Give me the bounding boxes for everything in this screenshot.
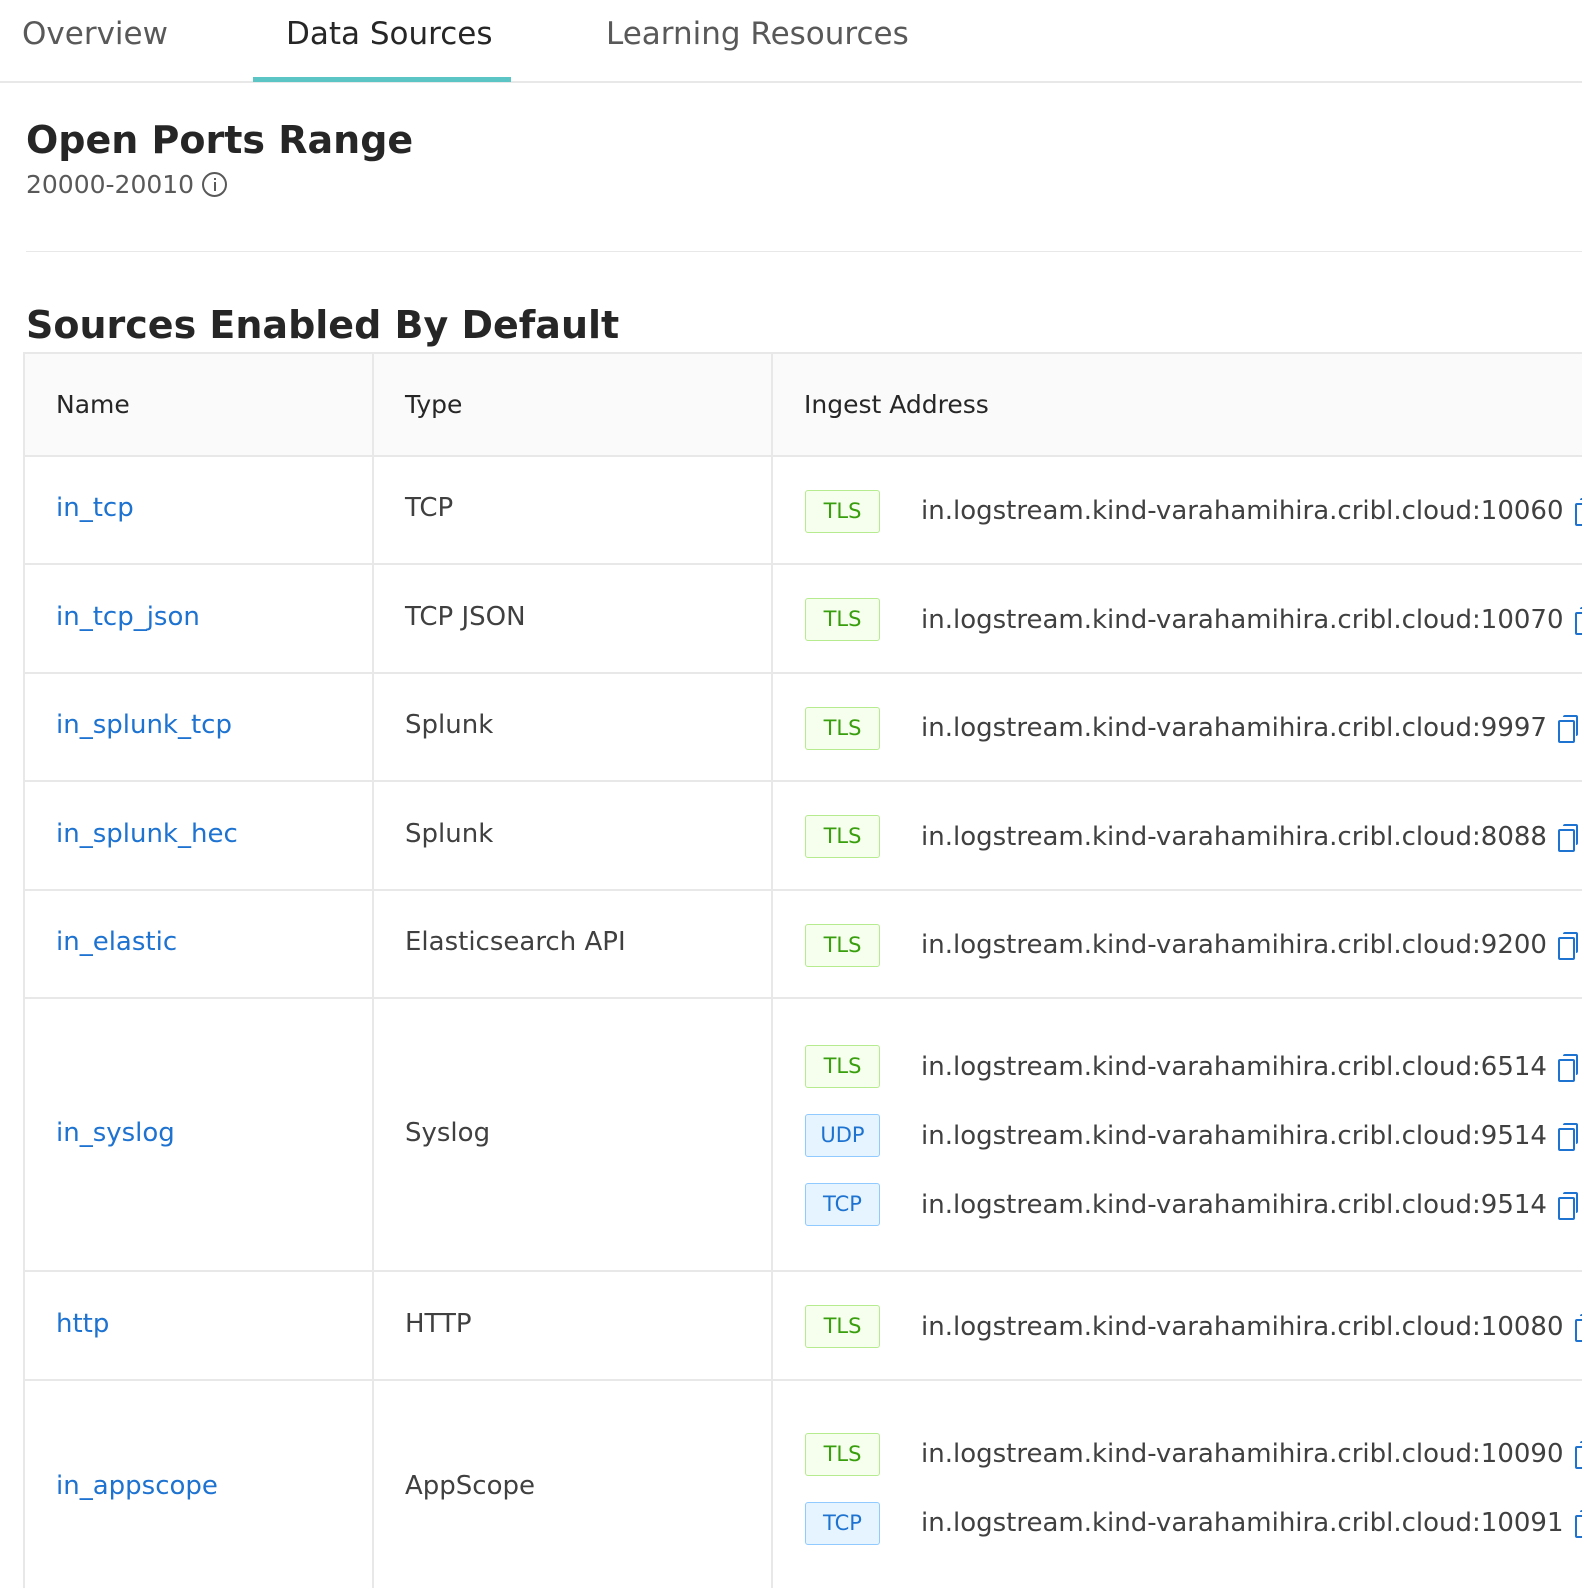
source-type: Syslog — [405, 1117, 491, 1148]
sources-title: Sources Enabled By Default — [26, 303, 620, 347]
ingest-address-text: in.logstream.kind-varahamihira.cribl.clo… — [921, 1120, 1547, 1151]
table-row: http HTTP TLS in.logstream.kind-varahamihir… — [25, 1272, 1582, 1381]
ingest-address-text: in.logstream.kind-varahamihira.cribl.clo… — [921, 1051, 1547, 1082]
table-row: in_syslog Syslog TLS in.logstream.kind-vara… — [25, 999, 1582, 1272]
ingest-address-text: in.logstream.kind-varahamihira.cribl.clo… — [921, 1439, 1564, 1469]
source-name-link[interactable]: in_splunk_tcp — [56, 710, 232, 740]
source-type: Splunk — [405, 710, 494, 740]
source-type: TCP — [405, 493, 454, 523]
table-row: in_appscope AppScope TLS in.logstream.kind-… — [25, 1381, 1582, 1588]
ingest-address-text: in.logstream.kind-varahamihira.cribl.clo… — [921, 496, 1564, 526]
ingest-address-entry: TLS in.logstream.kind-varahamihira.cribl.… — [805, 1432, 1582, 1476]
column-header-name: Name — [56, 390, 130, 419]
copy-icon[interactable] — [1574, 1313, 1582, 1342]
tab-data-sources[interactable]: Data Sources — [286, 16, 493, 83]
active-tab-indicator — [253, 77, 511, 82]
table-row: in_splunk_tcp Splunk TLS in.logstream.kind-… — [25, 674, 1582, 782]
source-name-link[interactable]: in_appscope — [56, 1471, 218, 1501]
copy-icon[interactable] — [1557, 1053, 1578, 1082]
copy-icon[interactable] — [1574, 1510, 1582, 1538]
copy-icon[interactable] — [1557, 1191, 1578, 1220]
ingest-address-text: in.logstream.kind-varahamihira.cribl.clo… — [921, 1508, 1564, 1538]
sources-table: Name Type Ingest Address in_tcp TCP TLS in.… — [23, 352, 1582, 1588]
ingest-address-text: in.logstream.kind-varahamihira.cribl.clo… — [921, 821, 1547, 852]
ingest-address-entry: TLS in.logstream.kind-varahamihira.cribl.… — [805, 598, 1582, 642]
ingest-address-text: in.logstream.kind-varahamihira.cribl.clo… — [921, 713, 1547, 743]
ingest-address-entry: TLS in.logstream.kind-varahamihira.cribl.… — [805, 706, 1578, 750]
protocol-tag: TCP — [805, 1183, 880, 1226]
copy-icon[interactable] — [1574, 606, 1582, 635]
ingest-address-entry: TCP in.logstream.kind-varahamihira.cribl.… — [805, 1183, 1578, 1227]
protocol-tag: TLS — [805, 598, 880, 641]
info-icon[interactable] — [202, 172, 228, 197]
ingest-address-entry: UDP in.logstream.kind-varahamihira.cribl.… — [805, 1114, 1578, 1158]
source-type: TCP JSON — [405, 601, 526, 632]
section-divider — [26, 251, 1582, 252]
copy-icon[interactable] — [1557, 1122, 1578, 1151]
ingest-address-text: in.logstream.kind-varahamihira.cribl.clo… — [921, 930, 1547, 960]
tab-learning-resources[interactable]: Learning Resources — [606, 16, 909, 83]
protocol-tag: TLS — [805, 815, 880, 858]
ingest-address-entry: TLS in.logstream.kind-varahamihira.cribl.… — [805, 923, 1578, 967]
ingest-address-text: in.logstream.kind-varahamihira.cribl.clo… — [921, 604, 1564, 635]
protocol-tag: TLS — [805, 1045, 880, 1088]
column-header-type: Type — [405, 390, 463, 419]
protocol-tag: TLS — [805, 489, 880, 533]
ingest-address-entry: TLS in.logstream.kind-varahamihira.cribl.… — [805, 489, 1582, 533]
ingest-address-entry: TLS in.logstream.kind-varahamihira.cribl.… — [805, 1305, 1582, 1349]
table-header: Name Type Ingest Address — [25, 354, 1582, 457]
copy-icon[interactable] — [1574, 1441, 1582, 1469]
source-name-link[interactable]: http — [56, 1309, 109, 1339]
ingest-address-text: in.logstream.kind-varahamihira.cribl.clo… — [921, 1189, 1547, 1220]
protocol-tag: TLS — [805, 706, 880, 750]
protocol-tag: UDP — [805, 1114, 880, 1157]
source-type: HTTP — [405, 1308, 472, 1339]
protocol-tag: TLS — [805, 1432, 880, 1476]
copy-icon[interactable] — [1574, 498, 1582, 526]
table-row: in_elastic Elasticsearch API TLS in.logstre… — [25, 891, 1582, 999]
protocol-tag: TLS — [805, 923, 880, 967]
ingest-address-entry: TLS in.logstream.kind-varahamihira.cribl.… — [805, 815, 1578, 859]
column-header-ingest-address: Ingest Address — [804, 390, 989, 419]
tab-overview[interactable]: Overview — [22, 16, 168, 83]
copy-icon[interactable] — [1557, 715, 1578, 743]
copy-icon[interactable] — [1557, 823, 1578, 852]
table-row: in_splunk_hec Splunk TLS in.logstream.kind-… — [25, 782, 1582, 891]
source-name-link[interactable]: in_syslog — [56, 1118, 175, 1148]
source-name-link[interactable]: in_splunk_hec — [56, 819, 238, 849]
source-type: Splunk — [405, 818, 494, 849]
ingest-address-text: in.logstream.kind-varahamihira.cribl.clo… — [921, 1311, 1564, 1342]
copy-icon[interactable] — [1557, 932, 1578, 960]
ingest-address-entry: TLS in.logstream.kind-varahamihira.cribl.… — [805, 1045, 1578, 1089]
table-row: in_tcp_json TCP JSON TLS in.logstream.kind-… — [25, 565, 1582, 674]
protocol-tag: TCP — [805, 1501, 880, 1545]
open-ports-title: Open Ports Range — [26, 118, 414, 162]
open-ports-range: 20000-20010 — [26, 170, 228, 199]
ingest-address-entry: TCP in.logstream.kind-varahamihira.cribl.… — [805, 1501, 1582, 1545]
protocol-tag: TLS — [805, 1305, 880, 1348]
table-row: in_tcp TCP TLS in.logstream.kind-varahamihi… — [25, 457, 1582, 565]
source-name-link[interactable]: in_tcp — [56, 493, 134, 523]
tab-bar: Overview Data Sources Learning Resources — [0, 0, 1582, 83]
source-type: Elasticsearch API — [405, 927, 626, 957]
open-ports-range-value: 20000-20010 — [26, 170, 195, 199]
source-type: AppScope — [405, 1470, 535, 1501]
source-name-link[interactable]: in_elastic — [56, 927, 177, 957]
source-name-link[interactable]: in_tcp_json — [56, 602, 200, 632]
